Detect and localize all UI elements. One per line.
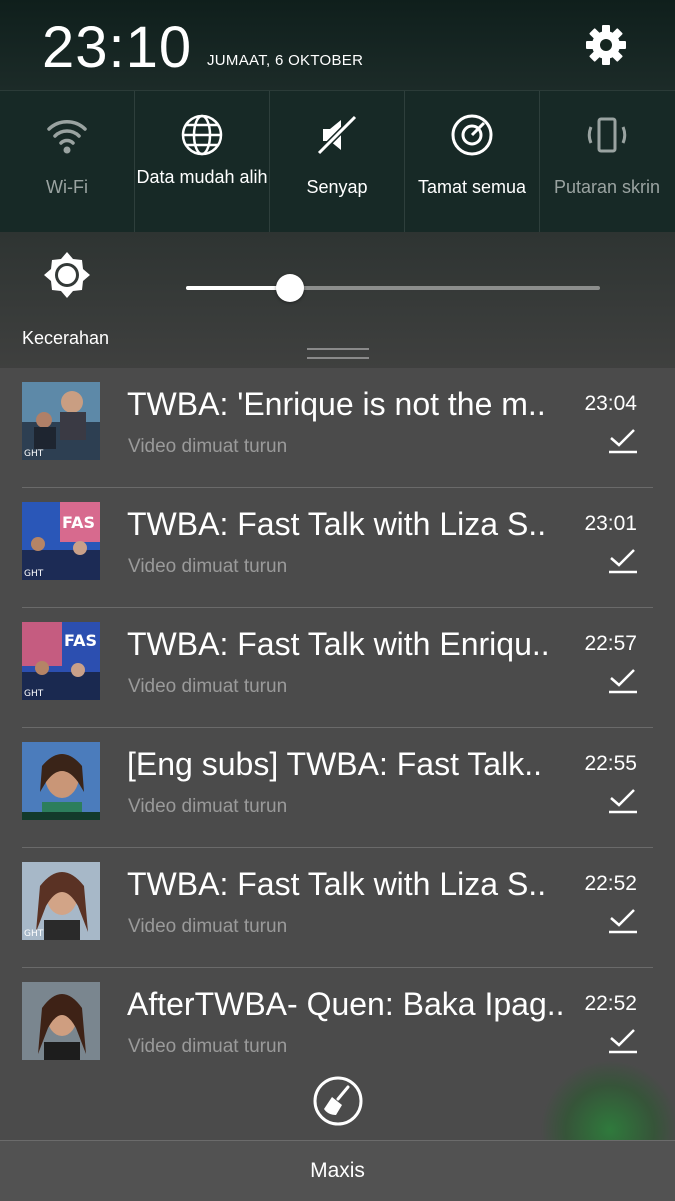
tile-wifi[interactable]: Wi-Fi bbox=[0, 91, 135, 233]
notification-subtitle: Video dimuat turun bbox=[128, 436, 288, 457]
status-header: 23:10 JUMAAT, 6 OKTOBER bbox=[0, 0, 675, 90]
svg-text:GHT: GHT bbox=[24, 569, 44, 579]
tile-silent[interactable]: Senyap bbox=[270, 91, 405, 233]
notification-item[interactable]: [Eng subs] TWBA: Fast Talk.. Video dimua… bbox=[0, 728, 675, 848]
notification-subtitle: Video dimuat turun bbox=[128, 796, 288, 817]
svg-text:FAS: FAS bbox=[62, 513, 95, 532]
video-thumbnail: GHT bbox=[22, 382, 100, 460]
svg-text:GHT: GHT bbox=[24, 929, 44, 939]
notification-list: GHT TWBA: 'Enrique is not the m.. Video … bbox=[0, 368, 675, 1088]
svg-text:GHT: GHT bbox=[24, 449, 44, 459]
tile-label: Putaran skrin bbox=[553, 177, 661, 197]
tile-mobile-data[interactable]: Data mudah alih bbox=[135, 91, 270, 233]
clock: 23:10 bbox=[42, 15, 193, 80]
notification-subtitle: Video dimuat turun bbox=[128, 916, 288, 937]
globe-icon bbox=[181, 114, 223, 156]
check-icon bbox=[609, 669, 637, 694]
notification-time: 22:52 bbox=[584, 992, 637, 1015]
check-icon bbox=[609, 789, 637, 814]
carrier-label: Maxis bbox=[310, 1159, 365, 1182]
notification-title: TWBA: Fast Talk with Liza S.. bbox=[127, 506, 547, 542]
brightness-label: Kecerahan bbox=[22, 328, 110, 348]
notification-title: AfterTWBA- Quen: Baka Ipag.. bbox=[127, 986, 565, 1022]
notification-item[interactable]: GHT TWBA: 'Enrique is not the m.. Video … bbox=[0, 368, 675, 488]
tile-label: Data mudah alih bbox=[136, 167, 268, 187]
svg-text:GHT: GHT bbox=[24, 689, 44, 699]
quick-settings-row: Wi-Fi Data mudah alih Senyap Tamat semua bbox=[0, 90, 675, 234]
notification-title: TWBA: 'Enrique is not the m.. bbox=[127, 386, 546, 422]
check-icon bbox=[609, 549, 637, 574]
gear-icon[interactable] bbox=[583, 22, 629, 68]
tile-rotate[interactable]: Putaran skrin bbox=[540, 91, 674, 233]
video-thumbnail: FAS GHT bbox=[22, 502, 100, 580]
tile-label: Wi-Fi bbox=[46, 177, 88, 197]
check-icon bbox=[609, 1029, 637, 1054]
broom-clear-icon[interactable] bbox=[312, 1075, 364, 1127]
check-icon bbox=[609, 429, 637, 454]
notification-time: 23:01 bbox=[584, 512, 637, 535]
notification-subtitle: Video dimuat turun bbox=[128, 1036, 288, 1057]
close-all-icon bbox=[451, 114, 493, 156]
drag-handle[interactable] bbox=[307, 348, 369, 359]
video-thumbnail bbox=[22, 982, 100, 1060]
video-thumbnail bbox=[22, 742, 100, 820]
notification-time: 23:04 bbox=[584, 392, 637, 415]
notification-title: TWBA: Fast Talk with Enriqu.. bbox=[127, 626, 550, 662]
svg-text:FAS: FAS bbox=[64, 631, 97, 650]
brightness-slider-thumb[interactable] bbox=[275, 274, 304, 302]
notification-item[interactable]: FAS GHT TWBA: Fast Talk with Enriqu.. Vi… bbox=[0, 608, 675, 728]
brightness-icon[interactable] bbox=[42, 250, 92, 300]
rotate-icon bbox=[587, 117, 627, 153]
carrier-bar: Maxis bbox=[0, 1140, 675, 1201]
tile-close-all[interactable]: Tamat semua bbox=[405, 91, 540, 233]
notification-time: 22:55 bbox=[584, 752, 637, 775]
tile-label: Senyap bbox=[306, 177, 368, 197]
notification-title: [Eng subs] TWBA: Fast Talk.. bbox=[127, 746, 542, 782]
wifi-icon bbox=[47, 120, 87, 154]
brightness-panel: Kecerahan bbox=[0, 232, 675, 368]
notification-subtitle: Video dimuat turun bbox=[128, 676, 288, 697]
notification-title: TWBA: Fast Talk with Liza S.. bbox=[127, 866, 547, 902]
video-thumbnail: GHT bbox=[22, 862, 100, 940]
video-thumbnail: FAS GHT bbox=[22, 622, 100, 700]
date: JUMAAT, 6 OKTOBER bbox=[207, 52, 364, 69]
notification-item[interactable]: FAS GHT TWBA: Fast Talk with Liza S.. Vi… bbox=[0, 488, 675, 608]
notification-time: 22:57 bbox=[584, 632, 637, 655]
notification-time: 22:52 bbox=[584, 872, 637, 895]
tile-label: Tamat semua bbox=[417, 177, 527, 197]
notification-subtitle: Video dimuat turun bbox=[128, 556, 288, 577]
notification-item[interactable]: GHT TWBA: Fast Talk with Liza S.. Video … bbox=[0, 848, 675, 968]
check-icon bbox=[609, 909, 637, 934]
brightness-slider-fill bbox=[186, 286, 290, 290]
brightness-slider[interactable] bbox=[186, 274, 600, 302]
mute-icon bbox=[316, 114, 358, 156]
